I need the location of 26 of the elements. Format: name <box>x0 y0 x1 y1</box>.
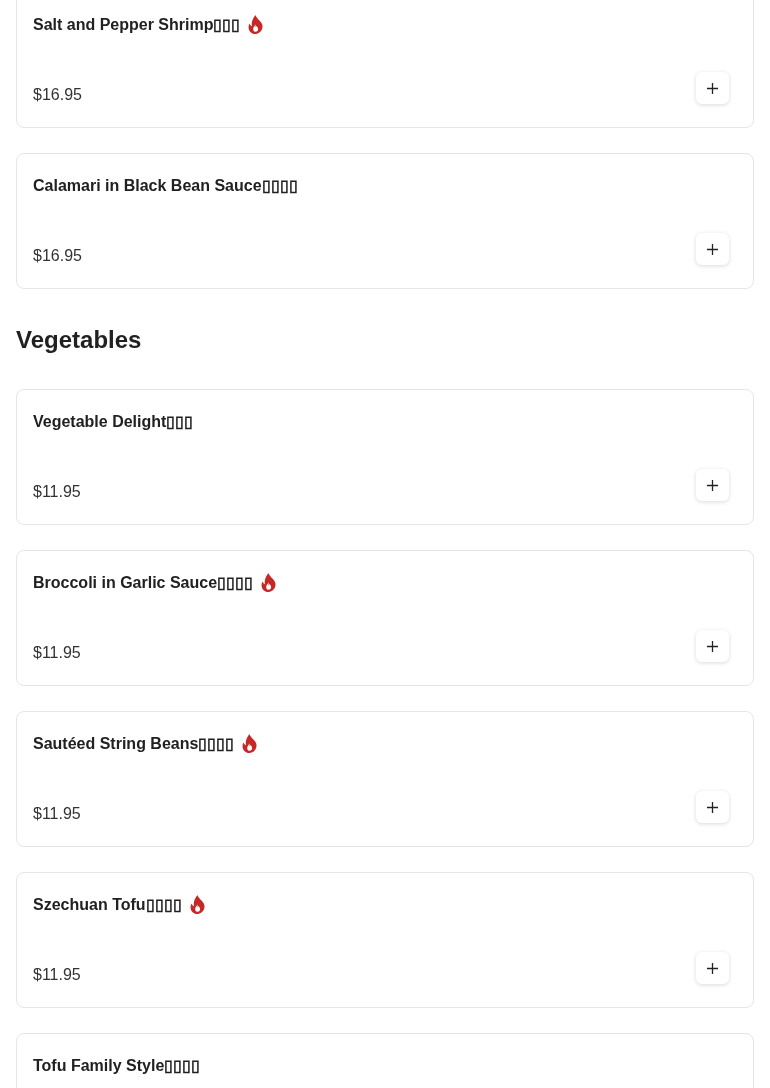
price: $16.95 <box>33 246 82 265</box>
section-heading: Vegetables <box>16 325 143 355</box>
add-button[interactable] <box>696 72 729 104</box>
price: $11.95 <box>33 482 81 501</box>
plus-icon <box>707 479 718 491</box>
plus-icon <box>707 82 718 94</box>
dish-name: Vegetable Delight▯▯▯ <box>33 411 194 431</box>
plus-icon <box>707 640 718 652</box>
price: $11.95 <box>33 965 81 984</box>
add-button[interactable] <box>696 952 729 984</box>
plus-icon <box>707 243 718 255</box>
add-button[interactable] <box>696 469 729 501</box>
dish-name: Salt and Pepper Shrimp▯▯▯ <box>33 14 241 34</box>
add-button[interactable] <box>696 791 729 823</box>
dish-name: Broccoli in Garlic Sauce▯▯▯▯ <box>33 572 254 592</box>
add-button[interactable] <box>696 630 729 662</box>
plus-icon <box>707 962 718 974</box>
dish-name: Sautéed String Beans▯▯▯▯ <box>33 733 235 753</box>
plus-icon <box>707 801 718 813</box>
price: $11.95 <box>33 643 81 662</box>
dish-name: Szechuan Tofu▯▯▯▯ <box>33 894 182 914</box>
dish-name: Tofu Family Style▯▯▯▯ <box>33 1055 201 1075</box>
price: $16.95 <box>33 85 82 104</box>
add-button[interactable] <box>696 233 729 265</box>
price: $11.95 <box>33 804 81 823</box>
dish-name: Calamari in Black Bean Sauce▯▯▯▯ <box>33 175 298 195</box>
